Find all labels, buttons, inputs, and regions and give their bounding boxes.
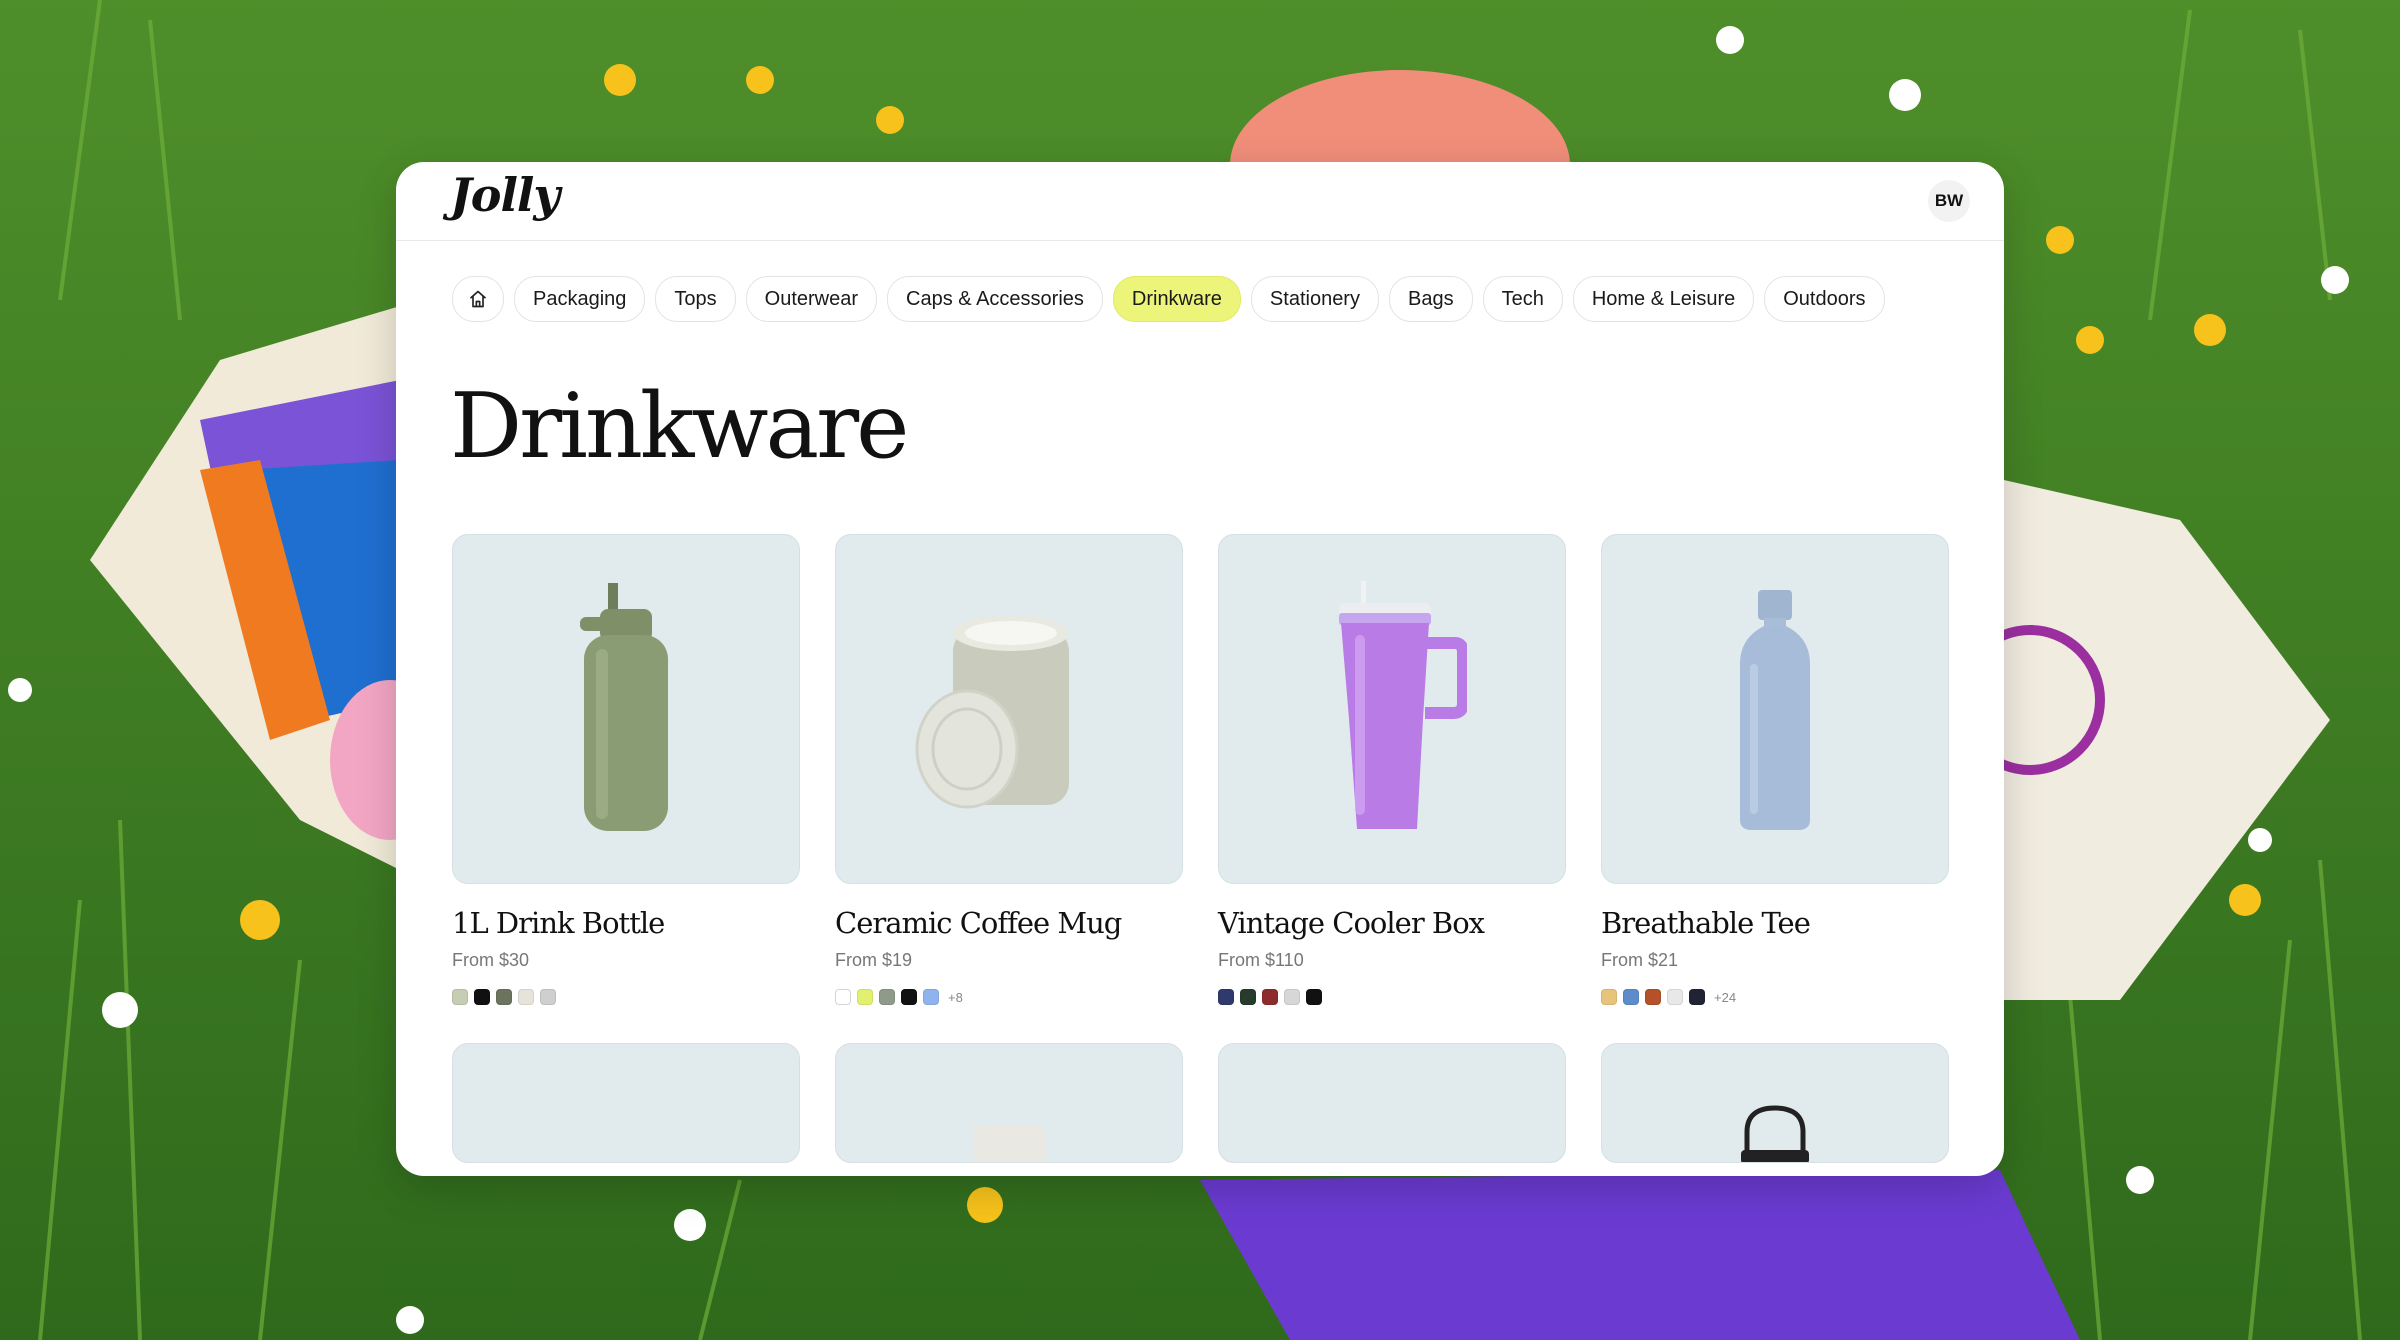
product-name[interactable]: 1L Drink Bottle (452, 906, 800, 940)
product-image[interactable] (452, 534, 800, 884)
blue-bottle-icon (1740, 590, 1810, 830)
product-card[interactable]: Breathable Tee From $21 +24 (1601, 534, 1949, 1005)
product-name[interactable]: Vintage Cooler Box (1218, 906, 1566, 940)
product-price: From $21 (1601, 950, 1679, 970)
color-swatch[interactable] (835, 989, 851, 1005)
nav-chip-tech[interactable]: Tech (1482, 276, 1563, 322)
color-swatch[interactable] (1284, 989, 1300, 1005)
product-card[interactable] (452, 1043, 800, 1163)
nav-chip-outdoors[interactable]: Outdoors (1764, 276, 1885, 322)
more-colors-count[interactable]: +24 (1714, 990, 1736, 1005)
bottle-handle-icon (1741, 1105, 1809, 1162)
color-swatch[interactable] (1240, 989, 1256, 1005)
product-image[interactable] (1218, 1043, 1566, 1163)
color-swatches (452, 989, 800, 1005)
color-swatch[interactable] (879, 989, 895, 1005)
color-swatch[interactable] (1262, 989, 1278, 1005)
color-swatch[interactable] (1218, 989, 1234, 1005)
product-image[interactable] (835, 1043, 1183, 1163)
nav-chip-home-leisure[interactable]: Home & Leisure (1572, 276, 1755, 322)
product-price: From $19 (835, 950, 913, 970)
color-swatch[interactable] (1306, 989, 1322, 1005)
color-swatch[interactable] (857, 989, 873, 1005)
nav-chip-caps-accessories[interactable]: Caps & Accessories (887, 276, 1103, 322)
user-avatar[interactable]: BW (1928, 180, 1970, 222)
color-swatch[interactable] (518, 989, 534, 1005)
nav-chip-tops[interactable]: Tops (655, 276, 736, 322)
nav-chip-stationery[interactable]: Stationery (1250, 276, 1379, 322)
product-card[interactable]: 1L Drink Bottle From $30 (452, 534, 800, 1005)
app-window: Jolly BW Packaging Tops Outerwear Caps &… (396, 162, 2004, 1176)
product-image[interactable] (835, 534, 1183, 884)
product-image[interactable] (1601, 1043, 1949, 1163)
home-button[interactable] (452, 276, 504, 322)
ceramic-mug-icon (915, 615, 1069, 809)
color-swatches: +8 (835, 989, 1183, 1005)
color-swatch[interactable] (923, 989, 939, 1005)
product-price: From $30 (452, 950, 530, 970)
color-swatch[interactable] (474, 989, 490, 1005)
nav-chip-outerwear[interactable]: Outerwear (745, 276, 878, 322)
product-name[interactable]: Breathable Tee (1601, 906, 1949, 940)
product-name[interactable]: Ceramic Coffee Mug (835, 906, 1183, 940)
color-swatch[interactable] (1601, 989, 1617, 1005)
color-swatch[interactable] (1623, 989, 1639, 1005)
green-water-bottle-icon (580, 583, 668, 831)
purple-tumbler-icon (1339, 581, 1467, 829)
product-card[interactable]: Vintage Cooler Box From $110 (1218, 534, 1566, 1005)
color-swatch[interactable] (452, 989, 468, 1005)
nav-chip-bags[interactable]: Bags (1388, 276, 1473, 322)
home-icon (469, 290, 487, 308)
product-card[interactable] (1601, 1043, 1949, 1163)
nav-chip-packaging[interactable]: Packaging (514, 276, 646, 322)
color-swatch[interactable] (540, 989, 556, 1005)
product-image[interactable] (1601, 534, 1949, 884)
candle-icon (973, 1126, 1045, 1162)
color-swatch[interactable] (901, 989, 917, 1005)
product-grid: 1L Drink Bottle From $30 Ceramic Coffee … (452, 534, 1949, 1163)
jolly-logo[interactable]: Jolly (450, 168, 560, 222)
color-swatches: +24 (1601, 989, 1949, 1005)
product-image[interactable] (1218, 534, 1566, 884)
color-swatch[interactable] (496, 989, 512, 1005)
top-bar: Jolly BW (396, 162, 2004, 241)
color-swatch[interactable] (1645, 989, 1661, 1005)
product-card[interactable] (1218, 1043, 1566, 1163)
category-nav: Packaging Tops Outerwear Caps & Accessor… (452, 276, 1885, 322)
color-swatches (1218, 989, 1566, 1005)
nav-chip-drinkware[interactable]: Drinkware (1112, 276, 1241, 322)
color-swatch[interactable] (1689, 989, 1705, 1005)
product-card[interactable] (835, 1043, 1183, 1163)
page-title: Drinkware (450, 374, 909, 479)
product-image[interactable] (452, 1043, 800, 1163)
product-price: From $110 (1218, 950, 1304, 970)
color-swatch[interactable] (1667, 989, 1683, 1005)
more-colors-count[interactable]: +8 (948, 990, 963, 1005)
product-card[interactable]: Ceramic Coffee Mug From $19 +8 (835, 534, 1183, 1005)
